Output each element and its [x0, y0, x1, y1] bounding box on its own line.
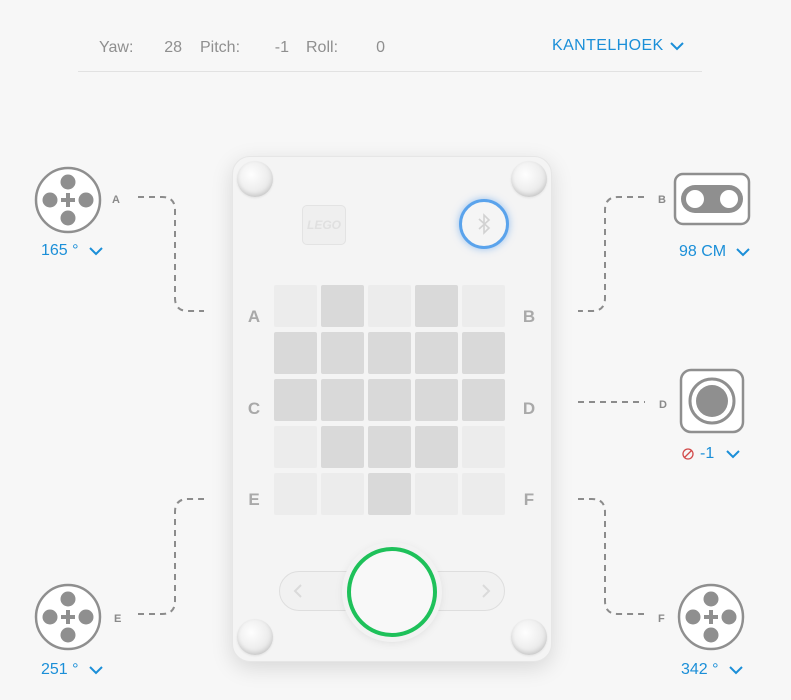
hub-port-letter-c: C [247, 399, 261, 418]
matrix-pixel[interactable] [274, 332, 317, 374]
device-d-port-tag: D [659, 399, 667, 411]
matrix-pixel[interactable] [368, 473, 411, 515]
matrix-pixel[interactable] [368, 285, 411, 327]
matrix-pixel[interactable] [274, 379, 317, 421]
matrix-pixel[interactable] [462, 332, 505, 374]
hub-port-letter-e: E [248, 490, 260, 509]
hub-port-letter-a: A [247, 307, 261, 326]
device-b-reading: 98 CM [679, 243, 727, 260]
matrix-pixel[interactable] [462, 379, 505, 421]
device-d-reading-dropdown[interactable]: -1 [682, 445, 740, 463]
hub-screw [511, 161, 547, 197]
bluetooth-button[interactable] [459, 199, 509, 249]
matrix-pixel[interactable] [462, 473, 505, 515]
matrix-pixel[interactable] [415, 379, 458, 421]
chevron-down-icon [726, 450, 740, 459]
matrix-pixel[interactable] [415, 285, 458, 327]
device-a-port-tag: A [112, 194, 120, 206]
hub-screw [237, 161, 273, 197]
device-a-reading-dropdown[interactable]: 165 ° [41, 242, 103, 260]
left-button[interactable] [290, 583, 306, 599]
matrix-pixel[interactable] [274, 473, 317, 515]
matrix-pixel[interactable] [368, 426, 411, 468]
distance-sensor-icon [673, 172, 751, 226]
matrix-pixel[interactable] [321, 473, 364, 515]
device-f-port-tag: F [658, 613, 665, 625]
chevron-down-icon [88, 666, 103, 675]
matrix-pixel[interactable] [321, 379, 364, 421]
matrix-pixel[interactable] [415, 426, 458, 468]
matrix-pixel[interactable] [274, 285, 317, 327]
logo-text: LEGO [306, 218, 341, 232]
device-f-reading-dropdown[interactable]: 342 ° [681, 661, 743, 679]
right-button[interactable] [478, 583, 494, 599]
matrix-pixel[interactable] [321, 285, 364, 327]
device-e-reading: 251 ° [41, 661, 79, 678]
bluetooth-icon [478, 213, 491, 235]
matrix-pixel[interactable] [462, 285, 505, 327]
matrix-pixel[interactable] [415, 332, 458, 374]
chevron-down-icon [728, 666, 743, 675]
center-button[interactable] [347, 547, 437, 637]
matrix-pixel[interactable] [274, 426, 317, 468]
hub-port-letter-d: D [522, 399, 536, 418]
motor-icon [34, 583, 102, 651]
force-sensor-icon [679, 368, 745, 434]
device-e-port-tag: E [114, 613, 122, 625]
device-b-reading-dropdown[interactable]: 98 CM [679, 243, 750, 261]
matrix-pixel[interactable] [321, 332, 364, 374]
hub: LEGO A B C D E F [232, 156, 552, 662]
lego-logo: LEGO [302, 205, 346, 245]
hub-port-letter-b: B [522, 307, 536, 326]
chevron-down-icon [736, 248, 750, 257]
motor-icon [34, 166, 102, 234]
hub-port-letter-f: F [523, 490, 535, 509]
device-a-reading: 165 ° [41, 242, 79, 259]
hub-screw [237, 619, 273, 655]
hub-screw [511, 619, 547, 655]
not-pressed-icon [682, 448, 694, 460]
device-f-reading: 342 ° [681, 661, 719, 678]
device-e-reading-dropdown[interactable]: 251 ° [41, 661, 103, 679]
matrix-pixel[interactable] [368, 379, 411, 421]
device-d-reading: -1 [700, 445, 715, 462]
matrix-pixel[interactable] [368, 332, 411, 374]
chevron-down-icon [88, 247, 103, 256]
device-b-port-tag: B [658, 194, 666, 206]
motor-icon [677, 583, 745, 651]
matrix-pixel[interactable] [321, 426, 364, 468]
matrix-pixel[interactable] [462, 426, 505, 468]
matrix-pixel[interactable] [415, 473, 458, 515]
light-matrix[interactable] [274, 285, 505, 515]
